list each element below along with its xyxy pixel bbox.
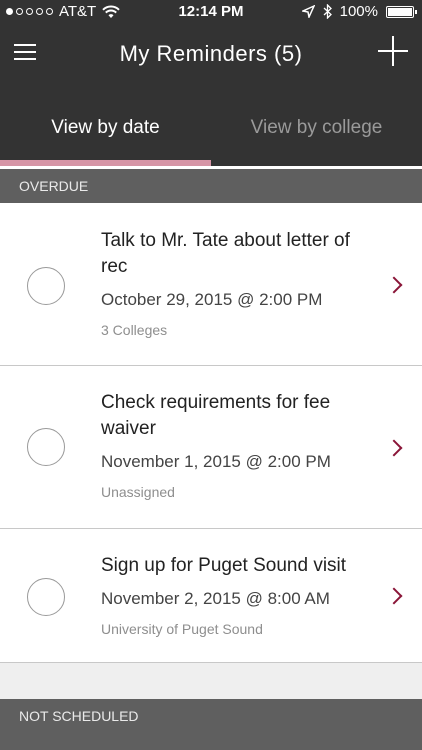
bluetooth-icon — [323, 4, 332, 19]
reminder-row[interactable]: Sign up for Puget Sound visit November 2… — [0, 529, 422, 663]
chevron-right-icon[interactable] — [385, 587, 403, 605]
reminder-text: Check requirements for fee waiver Novemb… — [101, 390, 378, 500]
signal-dot — [46, 8, 53, 15]
reminder-college: University of Puget Sound — [101, 621, 263, 637]
reminder-college: 3 Colleges — [101, 322, 168, 338]
view-tabs: View by date View by college — [0, 84, 422, 166]
battery-percentage: 100% — [339, 3, 378, 20]
tab-view-by-date[interactable]: View by date — [0, 84, 211, 166]
add-reminder-icon[interactable] — [378, 36, 408, 66]
signal-dot — [6, 8, 13, 15]
status-left: AT&T — [6, 3, 120, 20]
tab-label: View by college — [250, 117, 383, 138]
reminder-text: Talk to Mr. Tate about letter of rec Oct… — [101, 228, 378, 338]
reminder-date: November 1, 2015 @ 2:00 PM — [101, 452, 331, 471]
signal-dot — [36, 8, 43, 15]
page-title: My Reminders (5) — [119, 41, 303, 66]
reminder-date: October 29, 2015 @ 2:00 PM — [101, 290, 323, 309]
complete-checkbox-icon[interactable] — [27, 267, 65, 305]
tab-label: View by date — [51, 117, 160, 138]
reminder-title: Sign up for Puget Sound visit — [101, 555, 347, 576]
reminder-title: Check requirements for fee waiver — [101, 392, 331, 439]
status-right: 100% — [301, 3, 417, 20]
reminder-college: Unassigned — [101, 484, 175, 500]
reminder-date: November 2, 2015 @ 8:00 AM — [101, 589, 330, 608]
complete-checkbox-icon[interactable] — [27, 578, 65, 616]
wifi-icon — [102, 5, 120, 18]
reminder-text: Sign up for Puget Sound visit November 2… — [101, 553, 378, 637]
chevron-right-icon[interactable] — [385, 276, 403, 294]
battery-icon — [386, 5, 417, 18]
reminder-list: Talk to Mr. Tate about letter of rec Oct… — [0, 203, 422, 663]
section-header-overdue: OVERDUE — [0, 169, 422, 203]
chevron-right-icon[interactable] — [385, 439, 403, 457]
reminder-row[interactable]: Talk to Mr. Tate about letter of rec Oct… — [0, 203, 422, 366]
list-spacer — [0, 667, 422, 699]
status-bar: AT&T 12:14 PM 100% — [0, 0, 422, 24]
tab-view-by-college[interactable]: View by college — [211, 84, 422, 166]
reminder-title: Talk to Mr. Tate about letter of rec — [101, 230, 350, 277]
signal-strength-icon — [6, 8, 53, 15]
signal-dot — [16, 8, 23, 15]
reminder-row[interactable]: Check requirements for fee waiver Novemb… — [0, 366, 422, 529]
section-header-not-scheduled: NOT SCHEDULED — [0, 699, 422, 750]
carrier-name: AT&T — [59, 3, 97, 20]
signal-dot — [26, 8, 33, 15]
complete-checkbox-icon[interactable] — [27, 428, 65, 466]
location-arrow-icon — [301, 5, 315, 18]
navigation-bar: My Reminders (5) — [0, 24, 422, 84]
